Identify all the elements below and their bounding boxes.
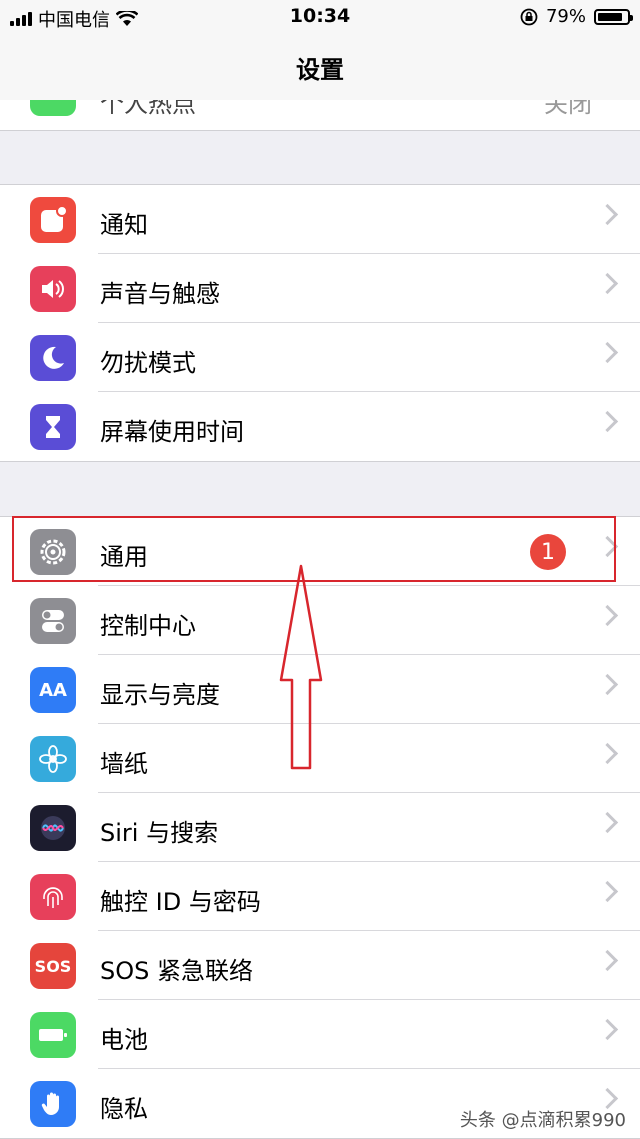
battery-percent: 79%	[545, 6, 586, 27]
chevron-right-icon	[600, 746, 612, 758]
row-label: 电池	[100, 1026, 148, 1054]
row-label: Siri 与搜索	[100, 819, 219, 847]
notification-badge: 1	[530, 534, 566, 570]
fingerprint-icon	[30, 874, 76, 920]
hourglass-icon	[30, 404, 76, 450]
row-label: 触控 ID 与密码	[100, 888, 261, 916]
row-label: 显示与亮度	[100, 681, 220, 709]
chevron-right-icon	[600, 1091, 612, 1103]
page-title: 设置	[296, 56, 344, 84]
chevron-right-icon	[600, 207, 612, 219]
nav-bar: 设置	[0, 36, 640, 101]
chevron-right-icon	[600, 345, 612, 357]
row-label: 通知	[100, 211, 148, 239]
battery-icon	[594, 8, 633, 25]
hotspot-icon	[30, 100, 76, 116]
display-icon: AA	[30, 667, 76, 713]
chevron-right-icon	[600, 539, 612, 551]
chevron-right-icon	[600, 884, 612, 896]
row-label: SOS 紧急联络	[100, 957, 253, 985]
flower-icon	[30, 736, 76, 782]
chevron-right-icon	[600, 815, 612, 827]
chevron-right-icon	[600, 608, 612, 620]
notification-icon	[30, 197, 76, 243]
chevron-right-icon	[600, 953, 612, 965]
status-bar: 中国电信 10:34 79%	[0, 0, 640, 36]
chevron-right-icon	[600, 414, 612, 426]
row-label: 勿扰模式	[100, 349, 196, 377]
arrow-annotation	[279, 564, 323, 770]
chevron-right-icon	[600, 276, 612, 288]
row-label: 声音与触感	[100, 280, 220, 308]
row-label: 通用	[100, 543, 148, 571]
status-right: 79%	[520, 6, 633, 27]
settings-row-battery[interactable]: 电池	[0, 1000, 640, 1069]
sos-icon: SOS	[30, 943, 76, 989]
settings-row-do-not-disturb[interactable]: 勿扰模式	[0, 323, 640, 392]
settings-row-sounds[interactable]: 声音与触感	[0, 254, 640, 323]
gear-icon	[30, 529, 76, 575]
chevron-right-icon	[600, 1022, 612, 1034]
chevron-right-icon	[600, 677, 612, 689]
row-label: 墙纸	[100, 750, 148, 778]
sound-icon	[30, 266, 76, 312]
hand-icon	[30, 1081, 76, 1127]
moon-icon	[30, 335, 76, 381]
row-value: 关闭	[544, 100, 592, 118]
row-label: 个人热点	[100, 100, 196, 118]
row-label: 屏幕使用时间	[100, 418, 244, 446]
settings-row-screen-time[interactable]: 屏幕使用时间	[0, 392, 640, 461]
row-label: 控制中心	[100, 612, 196, 640]
toggle-icon	[30, 598, 76, 644]
settings-row-sos[interactable]: SOS SOS 紧急联络	[0, 931, 640, 1000]
settings-row-touch-id[interactable]: 触控 ID 与密码	[0, 862, 640, 931]
rotation-lock-icon	[520, 8, 538, 25]
settings-row-hotspot[interactable]: 个人热点 关闭	[0, 100, 640, 131]
settings-row-siri[interactable]: Siri 与搜索	[0, 793, 640, 862]
watermark: 头条 @点滴积累990	[459, 1110, 626, 1131]
settings-row-notifications[interactable]: 通知	[0, 185, 640, 254]
battery-icon	[30, 1012, 76, 1058]
row-label: 隐私	[100, 1095, 148, 1123]
settings-group-1: 通知 声音与触感 勿扰模式 屏幕使用时间	[0, 184, 640, 462]
siri-icon	[30, 805, 76, 851]
